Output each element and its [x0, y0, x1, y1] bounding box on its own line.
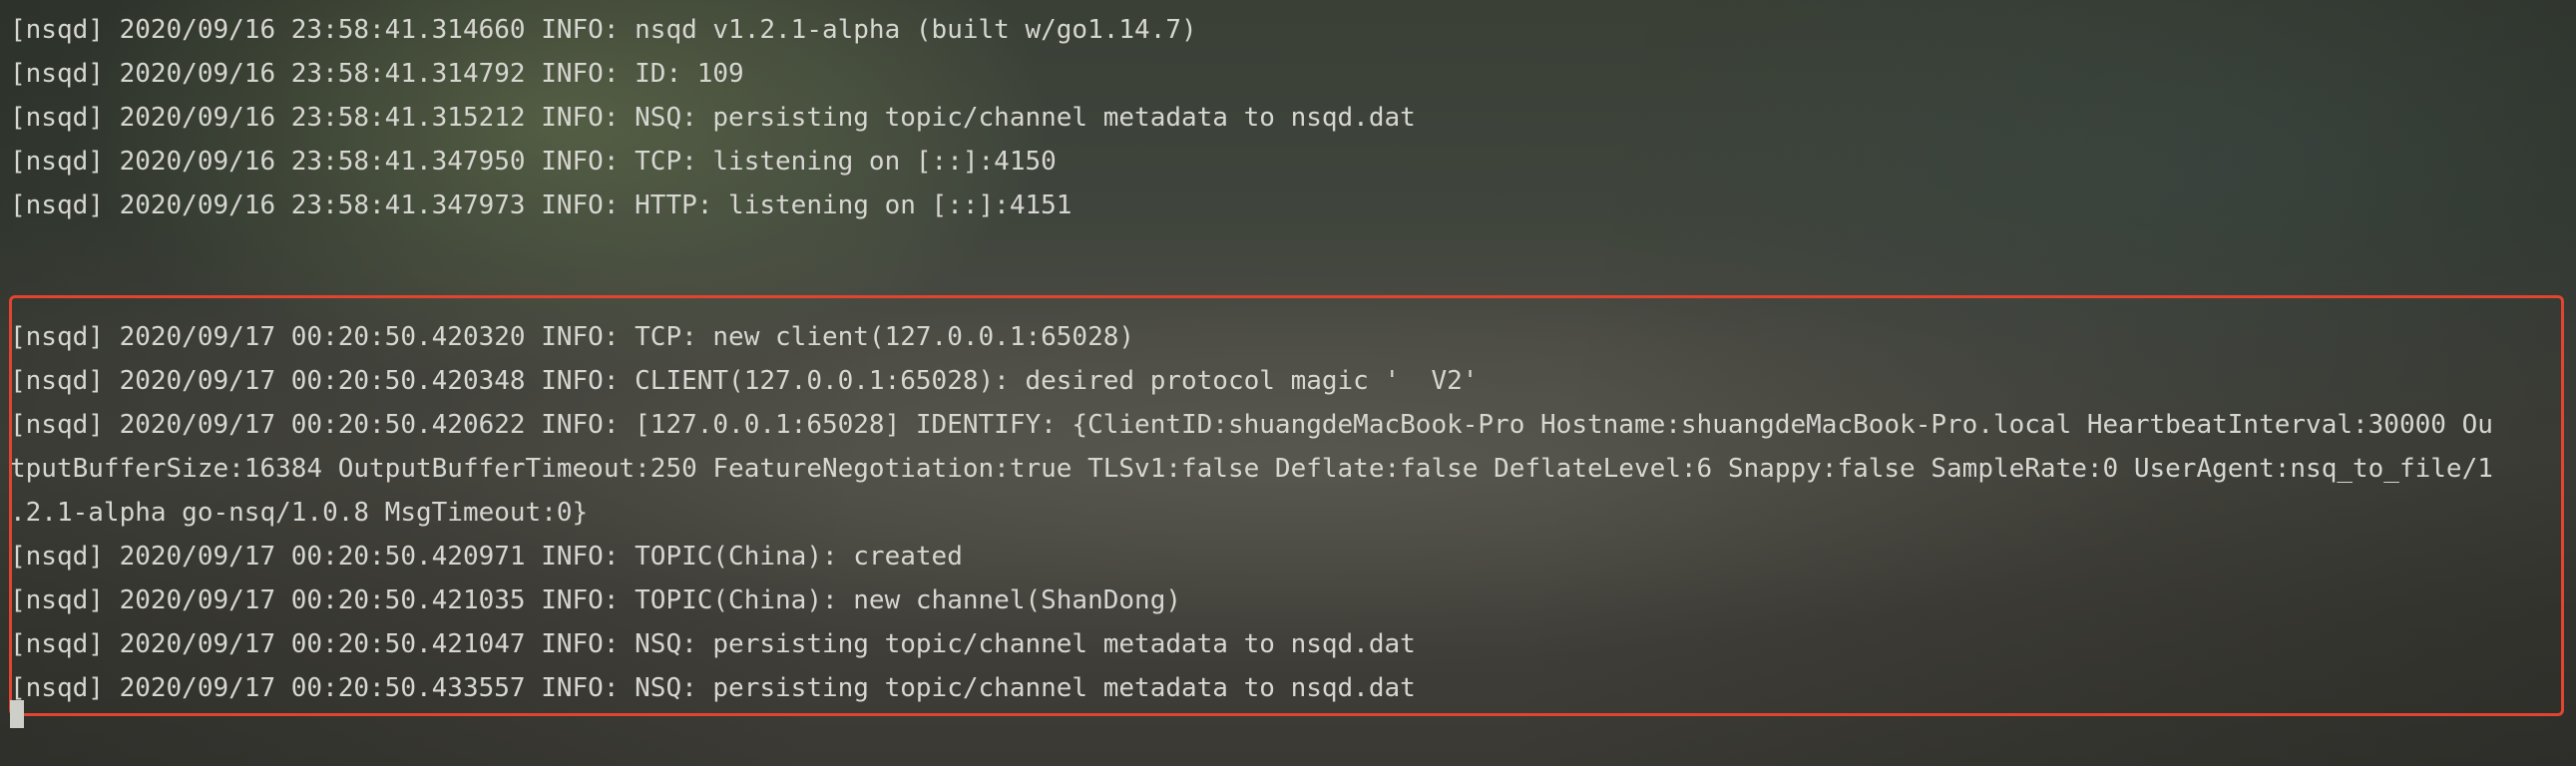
log-line-highlighted: [nsqd] 2020/09/17 00:20:50.421035 INFO: …	[10, 585, 1181, 615]
log-line-highlighted: [nsqd] 2020/09/17 00:20:50.420348 INFO: …	[10, 366, 1479, 396]
terminal-cursor	[10, 700, 24, 728]
log-line-highlighted-wrap: tputBufferSize:16384 OutputBufferTimeout…	[10, 454, 2493, 484]
log-line: [nsqd] 2020/09/16 23:58:41.314660 INFO: …	[10, 15, 1197, 45]
log-line-highlighted: [nsqd] 2020/09/17 00:20:50.421047 INFO: …	[10, 629, 1416, 659]
log-line: [nsqd] 2020/09/16 23:58:41.347950 INFO: …	[10, 147, 1057, 177]
log-line-highlighted: [nsqd] 2020/09/17 00:20:50.420320 INFO: …	[10, 322, 1135, 352]
log-line-highlighted: [nsqd] 2020/09/17 00:20:50.420971 INFO: …	[10, 542, 963, 572]
log-line: [nsqd] 2020/09/16 23:58:41.315212 INFO: …	[10, 103, 1416, 133]
terminal-window[interactable]: [nsqd] 2020/09/16 23:58:41.314660 INFO: …	[0, 0, 2576, 766]
log-line-highlighted: [nsqd] 2020/09/17 00:20:50.420622 INFO: …	[10, 410, 2493, 440]
log-line: [nsqd] 2020/09/16 23:58:41.314792 INFO: …	[10, 59, 744, 89]
blank-gap	[10, 227, 2566, 315]
terminal-output: [nsqd] 2020/09/16 23:58:41.314660 INFO: …	[10, 8, 2566, 710]
log-line-highlighted: [nsqd] 2020/09/17 00:20:50.433557 INFO: …	[10, 673, 1416, 703]
log-line-highlighted-wrap: .2.1-alpha go-nsq/1.0.8 MsgTimeout:0}	[10, 498, 589, 528]
log-line: [nsqd] 2020/09/16 23:58:41.347973 INFO: …	[10, 191, 1073, 220]
